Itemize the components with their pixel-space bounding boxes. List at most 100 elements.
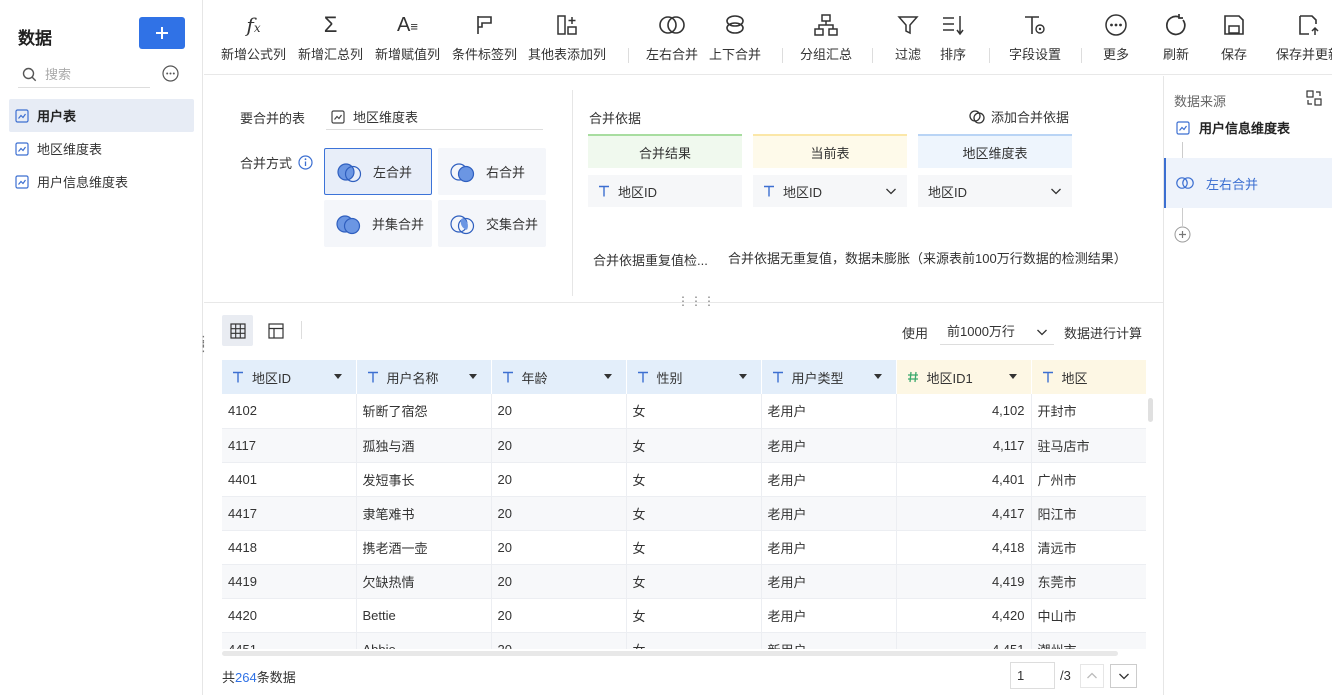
sidebar-item-userinfo-table[interactable]: 用户信息维度表 [9, 165, 194, 198]
vertical-scrollbar[interactable] [1148, 398, 1153, 422]
step-left-right-merge[interactable]: 左右合并 [1164, 158, 1332, 208]
dim-table-header: 地区维度表 [918, 134, 1072, 168]
add-assign-column-button[interactable]: A≡ 新增赋值列 [375, 12, 440, 63]
save-button[interactable]: 保存 [1221, 12, 1247, 63]
field-settings-button[interactable]: 字段设置 [1009, 12, 1061, 63]
sidebar-search[interactable] [18, 62, 150, 88]
group-summary-button[interactable]: 分组汇总 [800, 12, 852, 63]
caret-down-icon[interactable] [1008, 374, 1017, 379]
info-icon[interactable] [298, 155, 313, 170]
table-cell: 女 [626, 564, 762, 599]
intersect-merge-option[interactable]: 交集合并 [438, 200, 546, 247]
column-header-label: 性别 [656, 370, 683, 386]
save-update-icon [1298, 12, 1320, 38]
table-row[interactable]: 4420 Bettie 20 女老用户 4,420 中山市 [222, 598, 1146, 633]
add-basis-button[interactable]: 添加合并依据 [969, 107, 1069, 126]
add-data-button[interactable] [139, 17, 185, 49]
sidebar-item-label: 用户表 [37, 109, 77, 124]
column-header[interactable]: 用户类型 [761, 360, 897, 394]
search-input[interactable] [45, 67, 141, 82]
column-header[interactable]: 地区ID1 [896, 360, 1032, 394]
merge-mode-label-wrap: 合并方式 [240, 153, 313, 172]
source-table-name: 用户信息维度表 [1199, 121, 1291, 136]
column-header-label: 地区ID [252, 370, 292, 386]
add-summary-column-button[interactable]: Σ 新增汇总列 [298, 12, 363, 63]
tool-label: 上下合并 [709, 47, 762, 62]
sidebar-title: 数据 [18, 29, 52, 48]
left-right-merge-button[interactable]: 左右合并 [646, 12, 698, 63]
source-table-item[interactable]: 用户信息维度表 [1176, 118, 1290, 137]
table-cell: 开封市 [1031, 394, 1146, 429]
filter-button[interactable]: 过滤 [895, 12, 921, 63]
up-down-merge-button[interactable]: 上下合并 [709, 12, 761, 63]
table-row[interactable]: 4451Abbie20女新用户4,451潮州市 [222, 632, 1146, 649]
prev-page-button[interactable] [1080, 664, 1104, 688]
table-cell: 老用户 [761, 598, 897, 633]
table-cell: 4,420 [896, 598, 1032, 633]
right-join-icon [450, 162, 475, 182]
sidebar-item-user-table[interactable]: 用户表 [9, 99, 194, 132]
steps-panel: 数据来源 用户信息维度表 左右合并 [1163, 76, 1332, 695]
sidebar-item-region-table[interactable]: 地区维度表 [9, 132, 194, 165]
table-header-row: 地区ID 用户名称 年龄 性别 用户类型 地区ID1 地区 [222, 360, 1146, 394]
toolbar-divider [872, 48, 873, 63]
rows-select[interactable]: 前1000万行 [940, 317, 1054, 345]
layout-view-button[interactable] [260, 315, 291, 346]
grid-view-button[interactable] [222, 315, 253, 346]
field-name: 地区ID [783, 184, 823, 200]
other-table-add-column-button[interactable]: 其他表添加列 [528, 12, 606, 63]
plus-circle-icon [1174, 226, 1191, 243]
tool-label: 保存并更新 [1276, 47, 1332, 62]
table-row[interactable]: 4102 斩断了宿怨 20 女老用户 4,102 开封市 [222, 394, 1146, 429]
caret-down-icon[interactable] [468, 374, 477, 379]
tool-label: 排序 [940, 47, 967, 62]
row-count: 共264条数据 [222, 667, 296, 686]
caret-down-icon[interactable] [738, 374, 747, 379]
table-cell: 20 [491, 394, 627, 429]
caret-down-icon[interactable] [333, 374, 342, 379]
sidebar-more-icon[interactable] [162, 65, 179, 82]
merge-table-select[interactable]: 地区维度表 [326, 104, 543, 130]
layout-icon [267, 322, 284, 339]
table-cell: 女 [626, 530, 762, 565]
more-button[interactable]: 更多 [1103, 12, 1129, 63]
sidebar: 数据 用户表 地区维度表 用户信息维度表 [0, 0, 203, 695]
page-input[interactable]: 1 [1010, 662, 1055, 689]
caret-down-icon[interactable] [1145, 374, 1146, 379]
add-basis-label: 添加合并依据 [991, 110, 1070, 125]
column-header[interactable]: 地区 [1031, 360, 1146, 394]
table-row[interactable]: 4418 携老酒一壶 20 女老用户 4,418 清远市 [222, 530, 1146, 565]
sort-button[interactable]: 排序 [940, 12, 966, 63]
column-header[interactable]: 年龄 [491, 360, 627, 394]
switch-source-icon[interactable] [1306, 90, 1322, 106]
table-cell: 携老酒一壶 [356, 530, 492, 565]
table-cell: 驻马店市 [1031, 428, 1146, 463]
caret-down-icon[interactable] [873, 374, 882, 379]
union-merge-option[interactable]: 并集合并 [324, 200, 432, 247]
column-header[interactable]: 地区ID [222, 360, 357, 394]
dim-table-field-select[interactable]: 地区ID [918, 175, 1072, 207]
add-formula-column-button[interactable]: fx 新增公式列 [221, 12, 286, 63]
table-row[interactable]: 4419 欠缺热情 20 女老用户 4,419 东莞市 [222, 564, 1146, 599]
left-merge-option[interactable]: 左合并 [324, 148, 432, 195]
field-name: 地区ID [618, 184, 658, 200]
column-header[interactable]: 用户名称 [356, 360, 492, 394]
text-type-icon [367, 371, 379, 383]
table-body: 4102 斩断了宿怨 20 女老用户 4,102 开封市 4117 孤独与酒 20 女老用户 4,1… [222, 394, 1146, 649]
right-merge-option[interactable]: 右合并 [438, 148, 546, 195]
save-and-update-button[interactable]: 保存并更新 [1276, 12, 1332, 63]
next-page-button[interactable] [1110, 664, 1137, 688]
table-row[interactable]: 4117 孤独与酒 20 女老用户 4,117 驻马店市 [222, 428, 1146, 463]
current-table-field-select[interactable]: 地区ID [753, 175, 907, 207]
chevron-down-icon [886, 188, 896, 195]
refresh-button[interactable]: 刷新 [1163, 12, 1189, 63]
condition-label-column-button[interactable]: 条件标签列 [452, 12, 517, 63]
column-header[interactable]: 性别 [626, 360, 762, 394]
add-step-button[interactable] [1174, 226, 1191, 243]
caret-down-icon[interactable] [603, 374, 612, 379]
text-gear-icon [1023, 12, 1047, 38]
left-resize-handle[interactable]: ⋮ ⋮ [197, 334, 210, 353]
table-cell: 20 [491, 428, 627, 463]
table-row[interactable]: 4417 隶笔难书 20 女老用户 4,417 阳江市 [222, 496, 1146, 531]
table-row[interactable]: 4401 发短事长 20 女老用户 4,401 广州市 [222, 462, 1146, 497]
